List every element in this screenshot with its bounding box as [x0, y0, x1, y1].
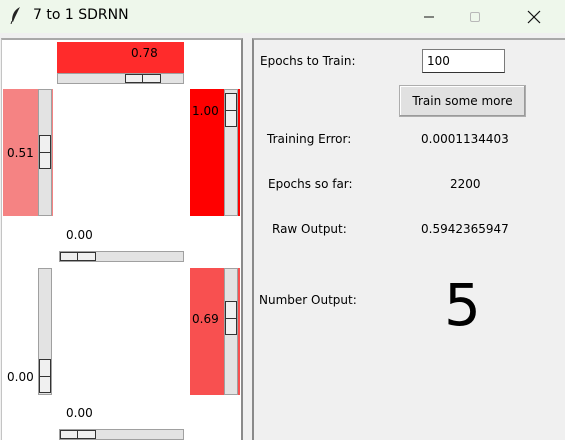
scale-middle-slider[interactable] — [60, 252, 96, 261]
training-error-value: 0.0001134403 — [421, 132, 509, 146]
close-button[interactable] — [511, 0, 557, 33]
scale-right-lower[interactable]: 0.69 — [190, 268, 240, 395]
epochs-so-far-label: Epochs so far: — [268, 177, 353, 191]
scale-left-lower[interactable]: 0.00 — [3, 268, 53, 395]
scale-left-upper-slider[interactable] — [39, 135, 51, 169]
raw-output-label: Raw Output: — [272, 222, 347, 236]
scale-right-upper-slider[interactable] — [225, 93, 237, 127]
train-some-more-button[interactable]: Train some more — [399, 85, 526, 117]
panel-gap — [243, 38, 252, 440]
scale-left-upper-value: 0.51 — [7, 146, 34, 160]
scale-middle-value: 0.00 — [66, 228, 93, 242]
scale-top[interactable]: 0.78 — [57, 42, 184, 84]
scale-top-value: 0.78 — [131, 46, 158, 60]
maximize-icon — [470, 11, 480, 22]
scale-bottom[interactable]: 0.00 — [59, 404, 184, 440]
minimize-icon — [424, 16, 434, 17]
feather-icon — [10, 7, 20, 24]
scale-bottom-value: 0.00 — [66, 406, 93, 420]
window-title: 7 to 1 SDRNN — [33, 7, 129, 23]
number-output-label: Number Output: — [259, 293, 357, 307]
scale-left-upper[interactable]: 0.51 — [3, 89, 53, 216]
scale-left-lower-slider[interactable] — [39, 359, 51, 393]
training-error-label: Training Error: — [267, 132, 352, 146]
epochs-so-far-value: 2200 — [450, 177, 481, 191]
title-bar: 7 to 1 SDRNN — [0, 0, 565, 33]
scale-left-lower-value: 0.00 — [7, 370, 34, 384]
number-output-value: 5 — [444, 271, 481, 339]
scale-bottom-slider[interactable] — [60, 430, 96, 439]
scale-right-lower-value: 0.69 — [192, 312, 219, 326]
minimize-button[interactable] — [406, 0, 452, 33]
scale-right-lower-slider[interactable] — [225, 301, 237, 335]
scale-top-trough — [57, 73, 184, 84]
maximize-button[interactable] — [452, 0, 498, 33]
raw-output-value: 0.5942365947 — [421, 222, 509, 236]
epochs-to-train-label: Epochs to Train: — [260, 54, 356, 68]
scale-right-upper-value: 1.00 — [192, 104, 219, 118]
close-icon — [527, 10, 541, 23]
epochs-to-train-input[interactable] — [422, 49, 505, 73]
scale-right-upper[interactable]: 1.00 — [190, 89, 240, 216]
scale-middle[interactable]: 0.00 — [59, 226, 184, 262]
scale-top-slider[interactable] — [125, 74, 161, 83]
